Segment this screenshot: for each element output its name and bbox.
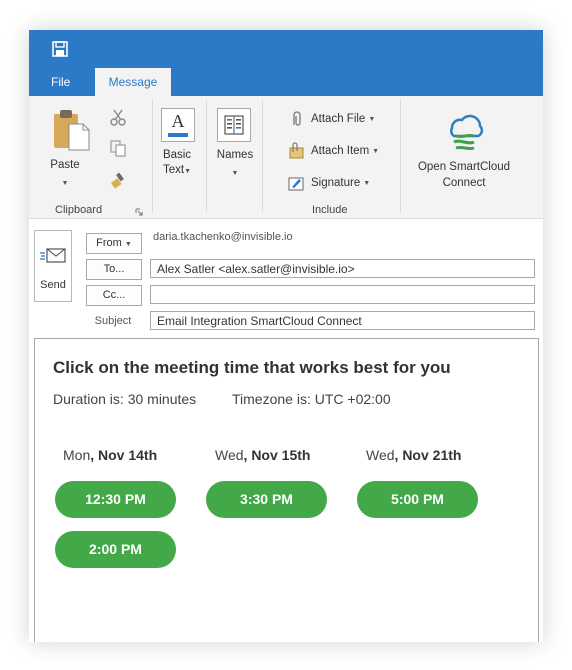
clipboard-group-label: Clipboard <box>55 204 103 216</box>
names-button[interactable]: Names ▼ <box>213 102 257 186</box>
basic-text-button[interactable]: A Basic Text▼ <box>159 102 199 186</box>
day-header: Mon, Nov 14th <box>63 447 158 463</box>
tab-file[interactable]: File <box>39 68 82 96</box>
save-icon[interactable] <box>51 40 69 58</box>
dialog-launcher-icon[interactable] <box>135 208 143 216</box>
attach-file-label: Attach File <box>311 113 366 125</box>
subject-field[interactable]: Email Integration SmartCloud Connect <box>150 311 535 330</box>
duration-text: Duration is: 30 minutes <box>53 391 197 407</box>
time-slot-button[interactable]: 5:00 PM <box>357 481 478 518</box>
attach-file-button[interactable]: Attach File ▼ <box>287 108 375 130</box>
smartcloud-label-2: Connect <box>442 177 486 189</box>
smartcloud-icon <box>450 114 484 151</box>
ribbon-separator <box>152 100 153 212</box>
message-body[interactable]: Click on the meeting time that works bes… <box>34 338 539 642</box>
format-painter-icon[interactable] <box>109 171 127 189</box>
cc-button[interactable]: Cc... <box>86 285 142 306</box>
signature-icon <box>288 177 304 191</box>
send-label: Send <box>40 279 66 291</box>
open-smartcloud-connect-button[interactable]: Open SmartCloud Connect <box>409 102 519 202</box>
send-button[interactable]: Send <box>34 230 72 302</box>
time-slot-button[interactable]: 12:30 PM <box>55 481 176 518</box>
chevron-down-icon: ▼ <box>231 170 239 177</box>
ribbon: Paste ▼ Clipboard A Basic Text▼ Names ▼ … <box>29 96 543 219</box>
from-button[interactable]: From ▼ <box>86 233 142 254</box>
time-slot-button[interactable]: 3:30 PM <box>206 481 327 518</box>
attach-item-button[interactable]: Attach Item ▼ <box>287 140 379 162</box>
address-book-icon <box>217 108 251 142</box>
chevron-down-icon: ▼ <box>61 180 69 187</box>
day-header: Wed, Nov 15th <box>215 447 311 463</box>
font-color-icon: A <box>161 108 195 142</box>
day-header: Wed, Nov 21th <box>366 447 462 463</box>
timezone-text: Timezone is: UTC +02:00 <box>232 391 391 407</box>
names-label: Names <box>216 149 254 161</box>
outlook-compose-window: File Message Paste ▼ Clipboard A Basic T… <box>29 30 543 642</box>
paperclip-icon <box>293 111 301 126</box>
clipboard-icon <box>54 110 90 151</box>
body-heading: Click on the meeting time that works bes… <box>53 358 451 377</box>
copy-icon[interactable] <box>109 139 127 157</box>
signature-button[interactable]: Signature ▼ <box>287 172 370 194</box>
tab-message[interactable]: Message <box>95 68 171 96</box>
send-envelope-icon <box>40 248 66 263</box>
to-field[interactable]: Alex Satler <alex.satler@invisible.io> <box>150 259 535 278</box>
from-label: From <box>96 237 122 249</box>
ribbon-separator <box>262 100 263 212</box>
ribbon-separator <box>206 100 207 212</box>
basic-text-label: Basic <box>162 149 192 161</box>
ribbon-separator <box>400 100 401 212</box>
cut-icon[interactable] <box>109 108 127 126</box>
chevron-down-icon: ▼ <box>363 179 371 187</box>
chevron-down-icon: ▼ <box>368 115 376 123</box>
to-button[interactable]: To... <box>86 259 142 280</box>
include-group-label: Include <box>312 204 348 216</box>
attach-item-icon <box>289 142 304 159</box>
signature-label: Signature <box>311 177 361 189</box>
smartcloud-label: Open SmartCloud <box>417 161 511 173</box>
chevron-down-icon: ▼ <box>372 147 380 155</box>
subject-label: Subject <box>94 315 132 327</box>
basic-text-label-2: Text▼ <box>162 164 192 176</box>
compose-header: Send From ▼ daria.tkachenko@invisible.io… <box>29 219 543 337</box>
from-address: daria.tkachenko@invisible.io <box>153 231 293 243</box>
chevron-down-icon: ▼ <box>124 241 132 248</box>
cc-field[interactable] <box>150 285 535 304</box>
paste-button[interactable]: Paste ▼ <box>43 102 90 187</box>
paste-label: Paste <box>50 159 80 171</box>
attach-item-label: Attach Item <box>311 145 370 157</box>
title-bar: File Message <box>29 30 543 96</box>
time-slot-button[interactable]: 2:00 PM <box>55 531 176 568</box>
